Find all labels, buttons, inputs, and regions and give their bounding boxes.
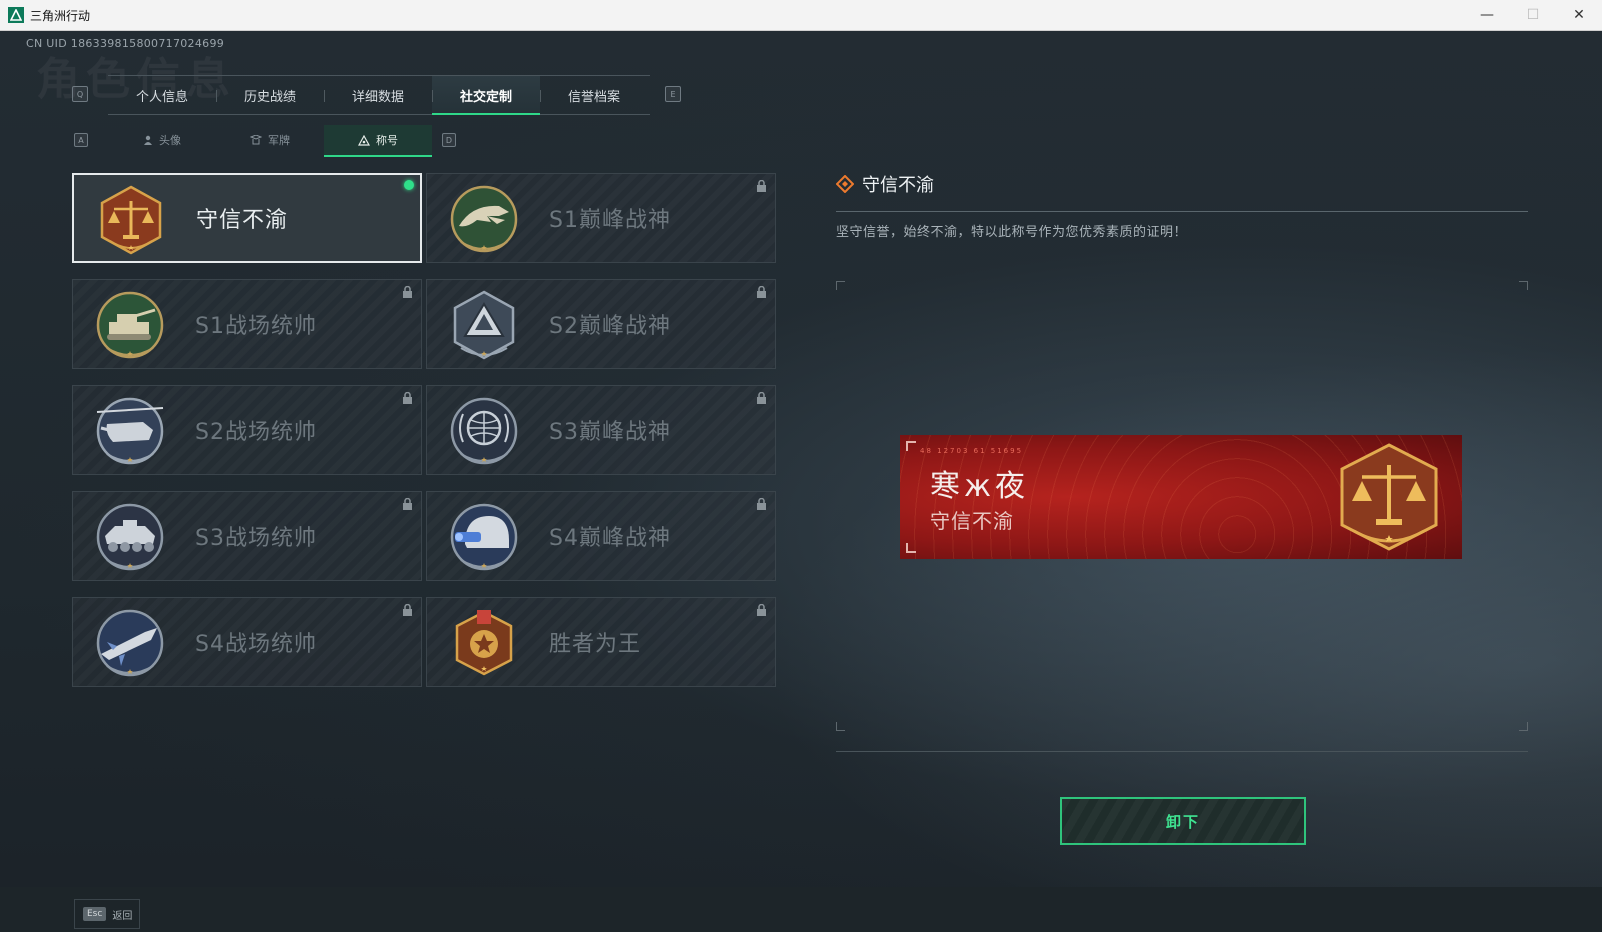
diamond-icon — [836, 175, 854, 193]
scales-emblem-icon — [100, 185, 162, 255]
triangle-emblem-icon — [453, 290, 515, 360]
detail-title: 守信不渝 — [836, 171, 934, 197]
player-uid: CN UID 1863398158007170246​99 — [26, 37, 225, 50]
title-card[interactable]: S1战场统帅 — [72, 279, 422, 369]
subtab-avatar[interactable]: 头像 — [108, 125, 216, 155]
title-card[interactable]: 守信不渝 — [72, 173, 422, 263]
back-button[interactable]: Esc 返回 — [74, 899, 140, 929]
banner-title: 守信不渝 — [930, 509, 1014, 533]
window-title: 三角洲行动 — [30, 8, 91, 23]
lock-icon — [757, 392, 766, 404]
tab-label: 历史战绩 — [243, 89, 296, 105]
bottom-bar — [0, 887, 1602, 932]
frame-corner — [1519, 722, 1528, 731]
detail-title-text: 守信不渝 — [862, 175, 934, 196]
banner-meta: 48 12703 61 51695 — [920, 447, 1024, 455]
next-subtab-key-hint[interactable]: D — [442, 133, 456, 147]
title-label: S4战场统帅 — [195, 632, 317, 657]
globe-emblem-icon — [450, 397, 518, 465]
maximize-button[interactable]: ☐ — [1510, 0, 1556, 30]
tab-social-custom[interactable]: 社交定制 — [432, 76, 540, 115]
title-label: S2战场统帅 — [195, 420, 317, 445]
window-titlebar: 三角洲行动 — ☐ ✕ — [0, 0, 1602, 31]
banner-corner — [906, 543, 916, 553]
lock-icon — [757, 498, 766, 510]
title-card[interactable]: S3巅峰战神 — [426, 385, 776, 475]
person-icon — [144, 135, 152, 145]
prev-subtab-key-hint[interactable]: A — [74, 133, 88, 147]
unequip-button[interactable]: 卸下 — [1060, 797, 1306, 845]
tab-detailed-data[interactable]: 详细数据 — [324, 76, 432, 114]
lock-icon — [403, 392, 412, 404]
crocodile-emblem-icon — [450, 185, 518, 253]
app-icon — [8, 7, 24, 23]
title-card[interactable]: S4巅峰战神 — [426, 491, 776, 581]
tank-emblem-icon — [96, 291, 164, 359]
banner-player-name: 寒ж夜 — [930, 469, 1030, 504]
lock-icon — [403, 498, 412, 510]
close-button[interactable]: ✕ — [1556, 0, 1602, 30]
tab-label: 个人信息 — [135, 89, 188, 105]
subtab-label: 军牌 — [268, 134, 290, 147]
back-label: 返回 — [112, 910, 133, 922]
game-screen: 角色信息 CN UID 1863398158007170246​99 Q 个人信… — [0, 31, 1602, 932]
tab-label: 社交定制 — [459, 89, 512, 105]
title-label: S3巅峰战神 — [549, 420, 671, 445]
title-label: S1战场统帅 — [195, 314, 317, 339]
title-label: 守信不渝 — [196, 208, 289, 233]
detail-description: 坚守信誉，始终不渝，特以此称号作为您优秀素质的证明！ — [836, 225, 1188, 240]
subtab-title[interactable]: 称号 — [324, 125, 432, 157]
badge-icon — [250, 135, 262, 145]
minimize-button[interactable]: — — [1464, 0, 1510, 30]
next-tab-key-hint[interactable]: E — [665, 86, 681, 102]
title-card[interactable]: S2巅峰战神 — [426, 279, 776, 369]
tab-label: 详细数据 — [351, 89, 404, 105]
helmet-emblem-icon — [450, 503, 518, 571]
title-card[interactable]: S2战场统帅 — [72, 385, 422, 475]
title-preview-banner: 48 12703 61 51695 寒ж夜 守信不渝 — [900, 435, 1462, 559]
tab-history[interactable]: 历史战绩 — [216, 76, 324, 114]
prev-tab-key-hint[interactable]: Q — [72, 86, 88, 102]
banner-corner — [906, 441, 916, 451]
subtab-label: 称号 — [376, 134, 398, 147]
title-label: 胜者为王 — [549, 632, 642, 657]
title-label: S3战场统帅 — [195, 526, 317, 551]
lock-icon — [757, 286, 766, 298]
lock-icon — [757, 180, 766, 192]
frame-corner — [1519, 281, 1528, 290]
title-label: S4巅峰战神 — [549, 526, 671, 551]
frame-corner — [836, 281, 845, 290]
title-card[interactable]: S4战场统帅 — [72, 597, 422, 687]
title-label: S1巅峰战神 — [549, 208, 671, 233]
tab-label: 信誉档案 — [567, 89, 620, 105]
tab-credit-record[interactable]: 信誉档案 — [540, 76, 648, 114]
title-label: S2巅峰战神 — [549, 314, 671, 339]
preview-divider — [836, 751, 1528, 752]
lock-icon — [403, 604, 412, 616]
title-card[interactable]: 胜者为王 — [426, 597, 776, 687]
lock-icon — [757, 604, 766, 616]
sub-tabs: 头像 军牌 称号 — [108, 125, 432, 157]
esc-key: Esc — [83, 907, 107, 921]
triangle-icon — [358, 134, 370, 146]
medal-emblem-icon — [455, 610, 513, 676]
apc-emblem-icon — [96, 503, 164, 571]
detail-divider — [836, 211, 1528, 212]
tab-personal-info[interactable]: 个人信息 — [108, 76, 216, 114]
scales-emblem-icon — [1340, 443, 1438, 551]
lock-icon — [403, 286, 412, 298]
helicopter-emblem-icon — [96, 397, 164, 465]
title-card[interactable]: S3战场统帅 — [72, 491, 422, 581]
missile-emblem-icon — [96, 609, 164, 677]
title-card[interactable]: S1巅峰战神 — [426, 173, 776, 263]
frame-corner — [836, 722, 845, 731]
equipped-indicator — [404, 180, 414, 190]
subtab-label: 头像 — [159, 134, 181, 147]
subtab-dogtag[interactable]: 军牌 — [216, 125, 324, 155]
main-tabs: 个人信息 历史战绩 详细数据 社交定制 信誉档案 — [108, 75, 650, 115]
